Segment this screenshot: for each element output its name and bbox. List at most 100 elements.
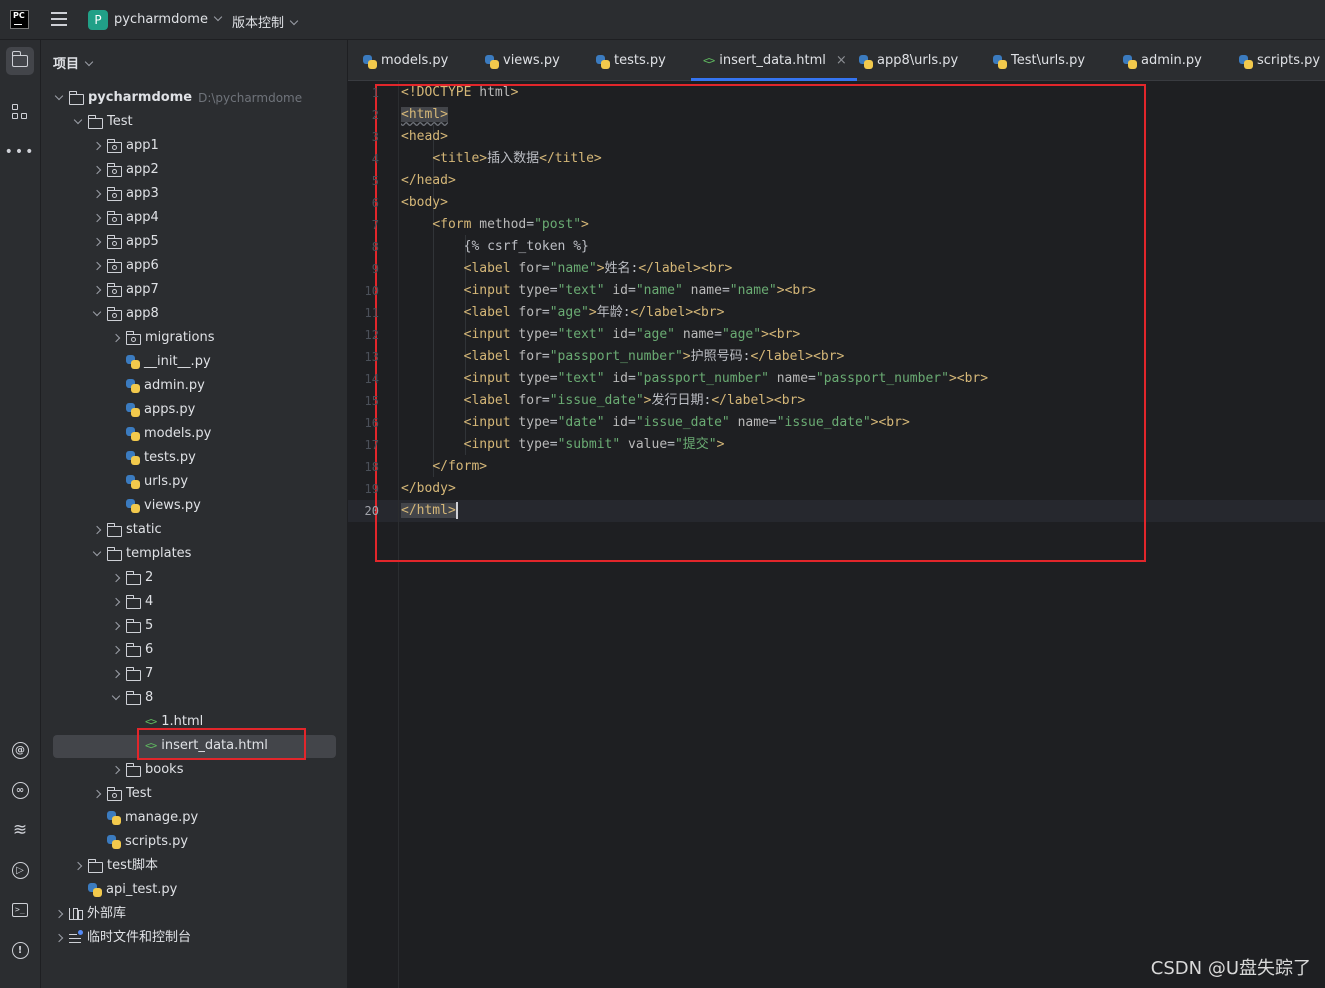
tab-scripts-py[interactable]: scripts.py (1239, 40, 1320, 81)
code-line[interactable]: <!DOCTYPE html> (401, 82, 518, 104)
tab-tests-py[interactable]: tests.py (596, 40, 666, 81)
tree-item[interactable]: scripts.py (41, 830, 348, 854)
project-switcher[interactable]: pycharmdome (114, 12, 223, 27)
chevron-right-icon[interactable] (91, 230, 107, 254)
tree-item[interactable]: 7 (41, 662, 348, 686)
code-line[interactable]: </head> (401, 170, 456, 192)
code-line[interactable]: <input type="text" id="age" name="age"><… (401, 324, 801, 346)
tree-item[interactable]: static (41, 518, 348, 542)
tree-item[interactable]: 5 (41, 614, 348, 638)
code-line[interactable]: {% csrf_token %} (401, 236, 589, 258)
code-line[interactable]: <label for="name">姓名:</label><br> (401, 258, 733, 280)
tree-item[interactable]: app8 (41, 302, 348, 326)
chevron-right-icon[interactable] (91, 134, 107, 158)
chevron-right-icon[interactable] (53, 902, 69, 926)
problems-button[interactable]: ! (6, 936, 34, 964)
chevron-right-icon[interactable] (91, 182, 107, 206)
tree-item[interactable]: app4 (41, 206, 348, 230)
tree-item[interactable]: 临时文件和控制台 (41, 926, 348, 950)
tree-item[interactable]: views.py (41, 494, 348, 518)
code-line[interactable]: </body> (401, 478, 456, 500)
code-line[interactable]: <head> (401, 126, 448, 148)
project-view-selector[interactable]: 项目 (53, 53, 94, 72)
code-editor[interactable]: 1 <!DOCTYPE html> 2 <html> 3 <head> 4 <title>插… (348, 81, 1325, 988)
vcs-menu[interactable]: 版本控制 (232, 12, 299, 31)
tab-models-py[interactable]: models.py (363, 40, 448, 81)
tree-item[interactable]: test脚本 (41, 854, 348, 878)
tree-item[interactable]: urls.py (41, 470, 348, 494)
chevron-right-icon[interactable] (110, 326, 126, 350)
code-line[interactable]: </form> (401, 456, 487, 478)
project-badge-icon[interactable]: P (88, 10, 108, 30)
tree-item[interactable]: __init__.py (41, 350, 348, 374)
pycharm-logo-icon[interactable]: PC (10, 10, 29, 29)
tree-item[interactable]: app3 (41, 182, 348, 206)
tree-item[interactable]: app1 (41, 134, 348, 158)
chevron-right-icon[interactable] (110, 566, 126, 590)
services-button[interactable]: ▷ (6, 856, 34, 884)
chevron-right-icon[interactable] (110, 614, 126, 638)
chevron-right-icon[interactable] (91, 782, 107, 806)
tree-item[interactable]: books (41, 758, 348, 782)
chevron-down-icon[interactable] (72, 110, 88, 134)
chevron-right-icon[interactable] (91, 278, 107, 302)
chevron-down-icon[interactable] (91, 302, 107, 326)
close-tab-icon[interactable]: × (836, 39, 847, 82)
tree-item[interactable]: models.py (41, 422, 348, 446)
tab-insert-data-html[interactable]: <> insert_data.html × (691, 39, 857, 82)
code-line[interactable]: <input type="date" id="issue_date" name=… (401, 412, 910, 434)
tree-item[interactable]: app5 (41, 230, 348, 254)
layers-button[interactable]: ≋ (6, 816, 34, 844)
tab-test-urls-py[interactable]: Test\urls.py (993, 40, 1085, 81)
code-line[interactable]: <input type="text" id="passport_number" … (401, 368, 988, 390)
tab-app8-urls-py[interactable]: app8\urls.py (859, 40, 958, 81)
main-menu-icon[interactable] (51, 12, 67, 26)
chevron-right-icon[interactable] (53, 926, 69, 950)
tree-item[interactable]: templates (41, 542, 348, 566)
chevron-right-icon[interactable] (110, 758, 126, 782)
code-line[interactable]: <title>插入数据</title> (401, 148, 601, 170)
code-line[interactable]: <input type="submit" value="提交"> (401, 434, 725, 456)
tree-item[interactable]: 8 (41, 686, 348, 710)
chevron-down-icon[interactable] (91, 542, 107, 566)
more-tools-icon[interactable]: ••• (5, 138, 34, 166)
chevron-right-icon[interactable] (110, 590, 126, 614)
chevron-right-icon[interactable] (110, 638, 126, 662)
code-line[interactable]: <input type="text" id="name" name="name"… (401, 280, 816, 302)
tree-item[interactable]: app2 (41, 158, 348, 182)
tree-item[interactable]: Test (41, 782, 348, 806)
code-line[interactable]: <label for="passport_number">护照号码:</labe… (401, 346, 845, 368)
chevron-right-icon[interactable] (91, 254, 107, 278)
python-packages-button[interactable]: ∞ (6, 776, 34, 804)
tree-item[interactable]: migrations (41, 326, 348, 350)
chevron-right-icon[interactable] (110, 662, 126, 686)
tree-item[interactable]: apps.py (41, 398, 348, 422)
terminal-button[interactable]: >_ (6, 896, 34, 924)
tree-item[interactable]: api_test.py (41, 878, 348, 902)
code-line[interactable]: <form method="post"> (401, 214, 589, 236)
tree-item[interactable]: pycharmdome D:\pycharmdome (41, 86, 348, 110)
tab-admin-py[interactable]: admin.py (1123, 40, 1202, 81)
ai-assistant-button[interactable]: @ (6, 736, 34, 764)
tree-item[interactable]: tests.py (41, 446, 348, 470)
chevron-down-icon[interactable] (53, 86, 69, 110)
tree-item[interactable]: manage.py (41, 806, 348, 830)
code-line[interactable]: <label for="age">年龄:</label><br> (401, 302, 725, 324)
project-tool-button[interactable] (6, 47, 34, 75)
tree-item[interactable]: 外部库 (41, 902, 348, 926)
tree-item[interactable]: admin.py (41, 374, 348, 398)
chevron-right-icon[interactable] (91, 518, 107, 542)
chevron-right-icon[interactable] (72, 854, 88, 878)
code-line[interactable]: <html> (401, 104, 448, 126)
tree-item[interactable]: 6 (41, 638, 348, 662)
code-line[interactable]: </html> (401, 500, 458, 522)
tree-item[interactable]: app7 (41, 278, 348, 302)
chevron-right-icon[interactable] (91, 206, 107, 230)
code-line[interactable]: <body> (401, 192, 448, 214)
tree-item[interactable]: 4 (41, 590, 348, 614)
tree-item[interactable]: app6 (41, 254, 348, 278)
structure-tool-button[interactable] (6, 98, 34, 126)
code-line[interactable]: <label for="issue_date">发行日期:</label><br… (401, 390, 806, 412)
tree-item[interactable]: Test (41, 110, 348, 134)
chevron-down-icon[interactable] (110, 686, 126, 710)
